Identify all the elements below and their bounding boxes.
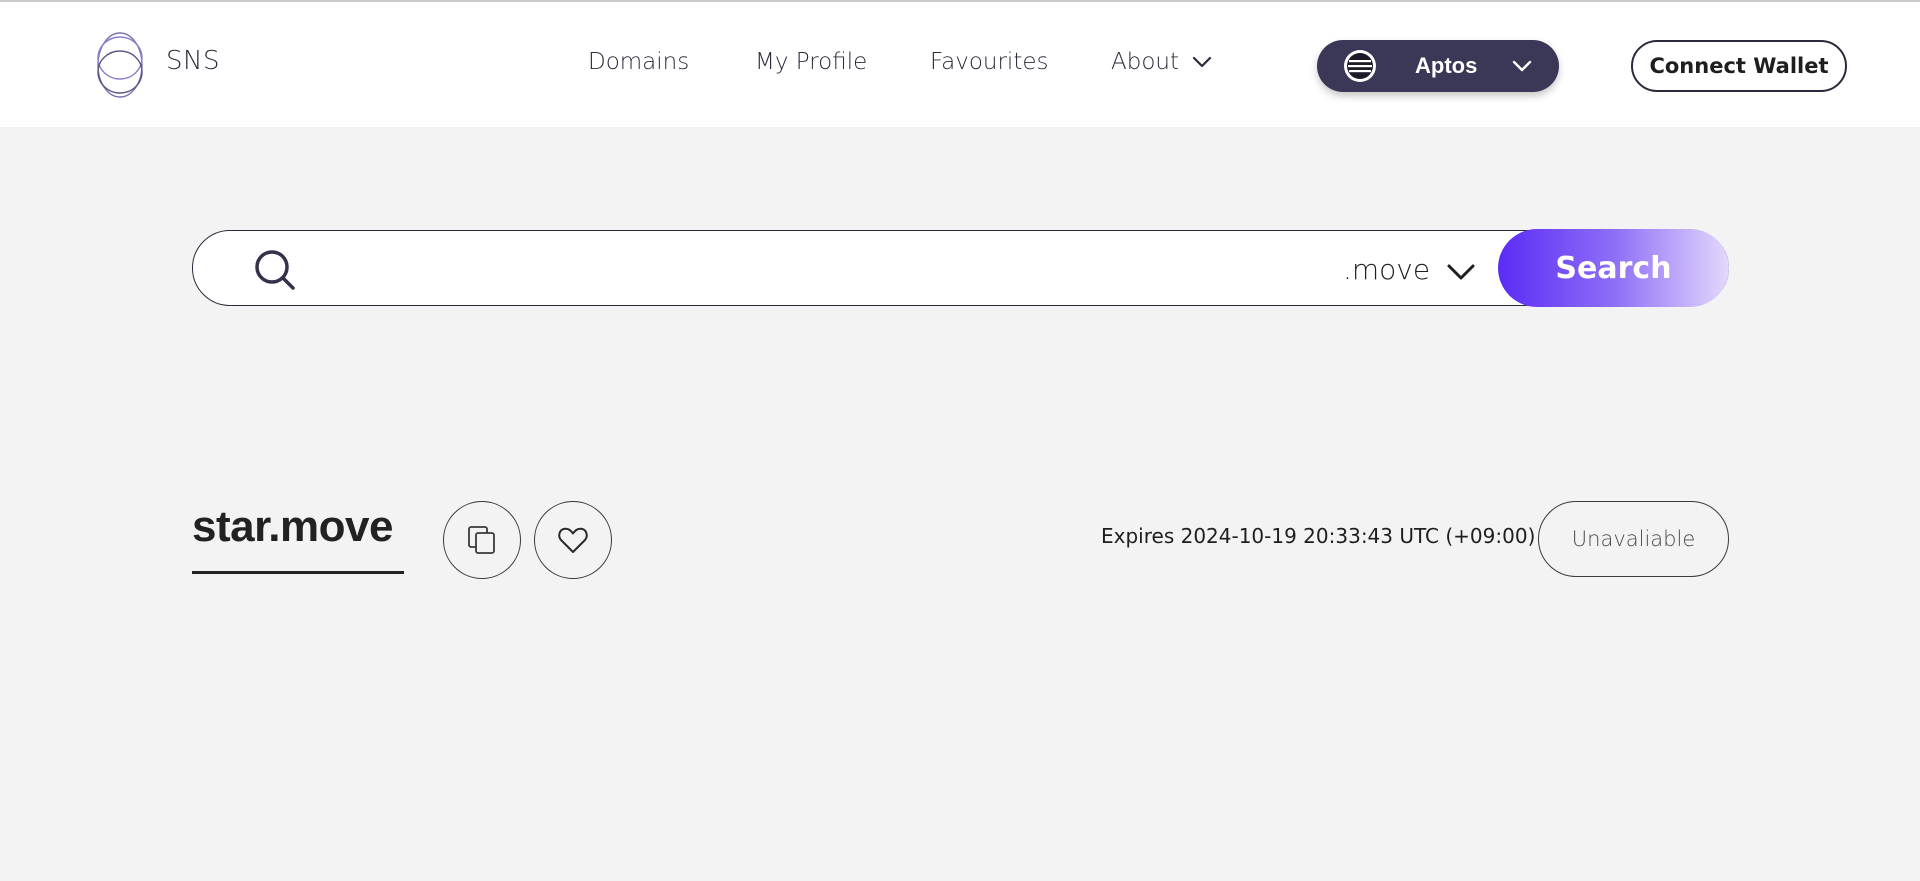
sns-logo-icon[interactable] bbox=[96, 31, 144, 99]
copy-icon bbox=[468, 526, 495, 554]
copy-button[interactable] bbox=[443, 501, 521, 579]
search-button[interactable]: Search bbox=[1498, 229, 1729, 307]
expiry-date: Expires 2024-10-19 20:33:43 UTC (+09:00) bbox=[1101, 524, 1536, 548]
favourite-button[interactable] bbox=[534, 501, 612, 579]
network-label: Aptos bbox=[1415, 53, 1478, 78]
nav-domains[interactable]: Domains bbox=[588, 49, 689, 75]
domain-search-input[interactable] bbox=[323, 245, 1323, 291]
heart-icon bbox=[558, 527, 588, 553]
domain-name-underline bbox=[192, 571, 404, 574]
tld-label: .move bbox=[1343, 252, 1431, 286]
nav-favourites[interactable]: Favourites bbox=[930, 49, 1048, 75]
nav-about-label: About bbox=[1111, 49, 1180, 75]
connect-wallet-button[interactable]: Connect Wallet bbox=[1631, 40, 1847, 92]
tld-selector[interactable]: .move bbox=[1343, 247, 1476, 291]
brand-name[interactable]: SNS bbox=[166, 46, 220, 76]
domain-name: star.move bbox=[192, 502, 393, 551]
network-selector[interactable]: Aptos bbox=[1317, 40, 1559, 92]
chevron-down-icon bbox=[1512, 60, 1532, 72]
top-navigation-bar: SNS Domains My Profile Favourites About … bbox=[0, 2, 1920, 127]
chevron-down-icon bbox=[1192, 56, 1212, 68]
chevron-down-icon bbox=[1447, 264, 1475, 280]
nav-my-profile[interactable]: My Profile bbox=[755, 49, 867, 75]
status-badge: Unavaliable bbox=[1538, 501, 1729, 577]
aptos-logo-icon bbox=[1344, 50, 1376, 82]
nav-about[interactable]: About bbox=[1111, 49, 1213, 75]
search-icon bbox=[255, 250, 295, 290]
